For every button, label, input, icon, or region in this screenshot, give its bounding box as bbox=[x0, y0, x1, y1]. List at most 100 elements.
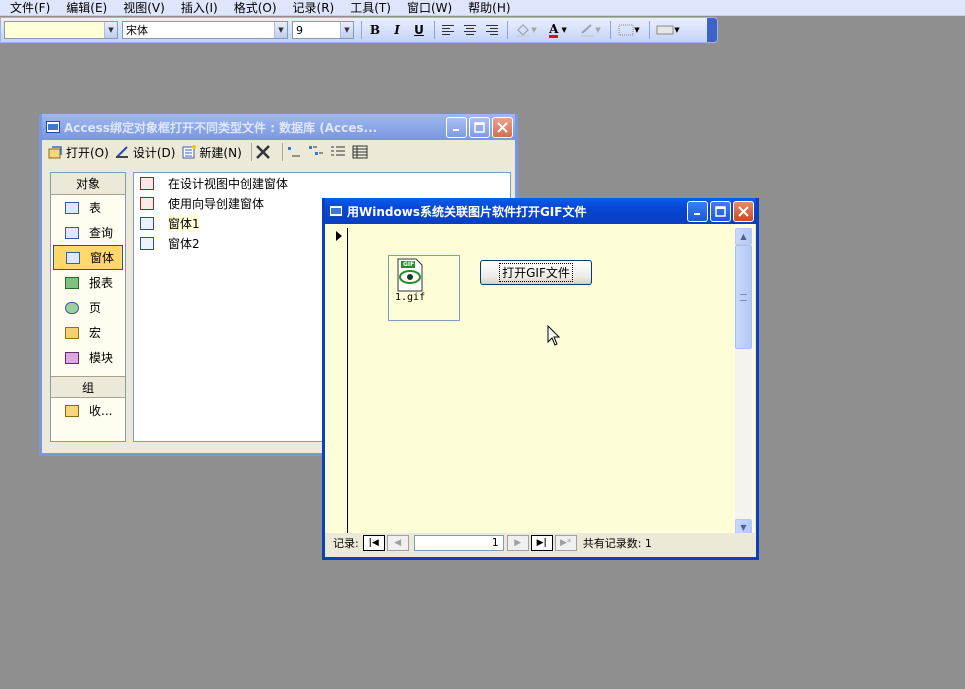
toolbar-separator bbox=[434, 21, 435, 39]
chevron-down-icon[interactable]: ▼ bbox=[340, 22, 353, 38]
report-icon bbox=[65, 276, 79, 289]
form-window-icon bbox=[329, 205, 343, 217]
open-gif-button[interactable]: 打开GIF文件 bbox=[480, 260, 592, 285]
align-left-icon bbox=[442, 25, 454, 35]
object-combo[interactable]: ▼ bbox=[4, 21, 118, 39]
bound-object-frame[interactable]: GIF 1.gif bbox=[388, 255, 460, 321]
vertical-scrollbar[interactable]: ▲ ▼ bbox=[735, 228, 752, 536]
fill-color-button[interactable]: ▼ bbox=[511, 20, 541, 40]
italic-button[interactable]: I bbox=[387, 20, 407, 40]
chevron-down-icon[interactable]: ▼ bbox=[104, 22, 117, 38]
delete-icon[interactable] bbox=[255, 145, 271, 159]
small-icons-icon[interactable] bbox=[308, 145, 324, 159]
open-button[interactable]: 打开(O) bbox=[48, 144, 109, 161]
minimize-button[interactable] bbox=[446, 116, 467, 138]
groups-header: 组 bbox=[51, 376, 125, 398]
list-item-create-design[interactable]: 在设计视图中创建窗体 bbox=[134, 173, 510, 193]
line-width-button[interactable]: ▼ bbox=[614, 20, 644, 40]
menu-help[interactable]: 帮助(H) bbox=[458, 0, 516, 16]
chevron-down-icon: ▼ bbox=[595, 26, 601, 34]
wizard-icon bbox=[140, 196, 154, 210]
menu-records[interactable]: 记录(R) bbox=[283, 0, 341, 16]
minimize-button[interactable] bbox=[687, 200, 708, 222]
menu-bar: 文件(F) 编辑(E) 视图(V) 插入(I) 格式(O) 记录(R) 工具(T… bbox=[0, 0, 965, 16]
menu-tools[interactable]: 工具(T) bbox=[340, 0, 397, 16]
next-record-button[interactable]: ▶ bbox=[506, 535, 529, 551]
object-item-label: 查询 bbox=[89, 226, 114, 240]
font-color-button[interactable]: A ▼ bbox=[543, 20, 573, 40]
previous-record-icon: ◀ bbox=[394, 538, 402, 548]
form-window-titlebar[interactable]: 用Windows系统关联图片软件打开GIF文件 bbox=[325, 198, 756, 224]
minimize-icon bbox=[693, 213, 700, 215]
menu-edit[interactable]: 编辑(E) bbox=[56, 0, 113, 16]
form-window: 用Windows系统关联图片软件打开GIF文件 GIF 1.gif 打开GIF文… bbox=[322, 198, 759, 560]
close-button[interactable] bbox=[733, 200, 754, 222]
align-left-button[interactable] bbox=[438, 20, 458, 40]
maximize-button[interactable] bbox=[469, 116, 490, 138]
open-gif-label: 打开GIF文件 bbox=[499, 263, 573, 282]
new-record-button[interactable]: ▶* bbox=[554, 535, 577, 551]
line-width-icon bbox=[618, 24, 634, 36]
object-item-page[interactable]: 页 bbox=[53, 295, 123, 320]
menu-format[interactable]: 格式(O) bbox=[224, 0, 283, 16]
bold-button[interactable]: B bbox=[365, 20, 385, 40]
maximize-icon bbox=[474, 121, 485, 133]
mouse-cursor-icon bbox=[547, 325, 561, 346]
scroll-thumb[interactable] bbox=[735, 245, 752, 349]
chevron-down-icon: ▼ bbox=[561, 26, 567, 34]
special-effect-button[interactable]: ▼ bbox=[653, 20, 683, 40]
font-size-combo[interactable]: 9 ▼ bbox=[292, 21, 354, 39]
align-right-icon bbox=[486, 25, 498, 35]
record-selector[interactable] bbox=[331, 228, 348, 536]
previous-record-button[interactable]: ◀ bbox=[386, 535, 409, 551]
object-item-label: 窗体 bbox=[90, 251, 115, 265]
details-view-icon[interactable] bbox=[352, 145, 368, 159]
module-icon bbox=[65, 351, 79, 364]
chevron-down-icon[interactable]: ▼ bbox=[274, 22, 287, 38]
last-record-button[interactable]: ▶| bbox=[530, 535, 553, 551]
query-icon bbox=[65, 226, 79, 239]
new-icon bbox=[182, 145, 197, 159]
maximize-icon bbox=[715, 205, 726, 217]
toolbar-options-icon[interactable] bbox=[707, 18, 717, 42]
close-button[interactable] bbox=[492, 116, 513, 138]
gif-badge: GIF bbox=[403, 261, 415, 268]
database-window-titlebar[interactable]: Access绑定对象框打开不同类型文件 : 数据库 (Acces... bbox=[42, 114, 515, 140]
object-item-module[interactable]: 模块 bbox=[53, 345, 123, 370]
open-icon bbox=[48, 146, 62, 159]
database-window-title: Access绑定对象框打开不同类型文件 : 数据库 (Acces... bbox=[64, 120, 378, 135]
menu-view[interactable]: 视图(V) bbox=[113, 0, 171, 16]
large-icons-icon[interactable] bbox=[286, 145, 302, 159]
align-center-button[interactable] bbox=[460, 20, 480, 40]
object-item-report[interactable]: 报表 bbox=[53, 270, 123, 295]
underline-button[interactable]: U bbox=[409, 20, 429, 40]
current-record-input[interactable]: 1 bbox=[413, 535, 504, 551]
objects-panel: 对象 表 查询 窗体 报表 页 宏 模块 组 收... bbox=[50, 172, 126, 442]
object-item-label: 页 bbox=[89, 301, 102, 315]
object-item-table[interactable]: 表 bbox=[53, 195, 123, 220]
macro-icon bbox=[65, 326, 79, 339]
font-combo[interactable]: 宋体 ▼ bbox=[122, 21, 288, 39]
new-label: 新建(N) bbox=[199, 145, 242, 160]
object-item-query[interactable]: 查询 bbox=[53, 220, 123, 245]
align-right-button[interactable] bbox=[482, 20, 502, 40]
new-button[interactable]: 新建(N) bbox=[181, 144, 242, 161]
design-icon bbox=[115, 146, 128, 158]
scroll-up-button[interactable]: ▲ bbox=[735, 228, 752, 245]
design-label: 设计(D) bbox=[132, 145, 176, 160]
menu-insert[interactable]: 插入(I) bbox=[171, 0, 224, 16]
toolbar-separator bbox=[281, 143, 283, 161]
menu-window[interactable]: 窗口(W) bbox=[397, 0, 458, 16]
database-icon bbox=[46, 121, 60, 133]
line-color-button[interactable]: ▼ bbox=[575, 20, 605, 40]
group-item-favorites[interactable]: 收... bbox=[53, 398, 123, 423]
list-item-label: 使用向导创建窗体 bbox=[168, 196, 265, 211]
menu-file[interactable]: 文件(F) bbox=[0, 0, 56, 16]
list-view-icon[interactable] bbox=[330, 145, 346, 159]
first-record-button[interactable]: |◀ bbox=[362, 535, 385, 551]
design-button[interactable]: 设计(D) bbox=[115, 144, 176, 161]
new-record-icon: ▶* bbox=[560, 538, 572, 548]
object-item-form[interactable]: 窗体 bbox=[53, 245, 123, 270]
object-item-macro[interactable]: 宏 bbox=[53, 320, 123, 345]
maximize-button[interactable] bbox=[710, 200, 731, 222]
